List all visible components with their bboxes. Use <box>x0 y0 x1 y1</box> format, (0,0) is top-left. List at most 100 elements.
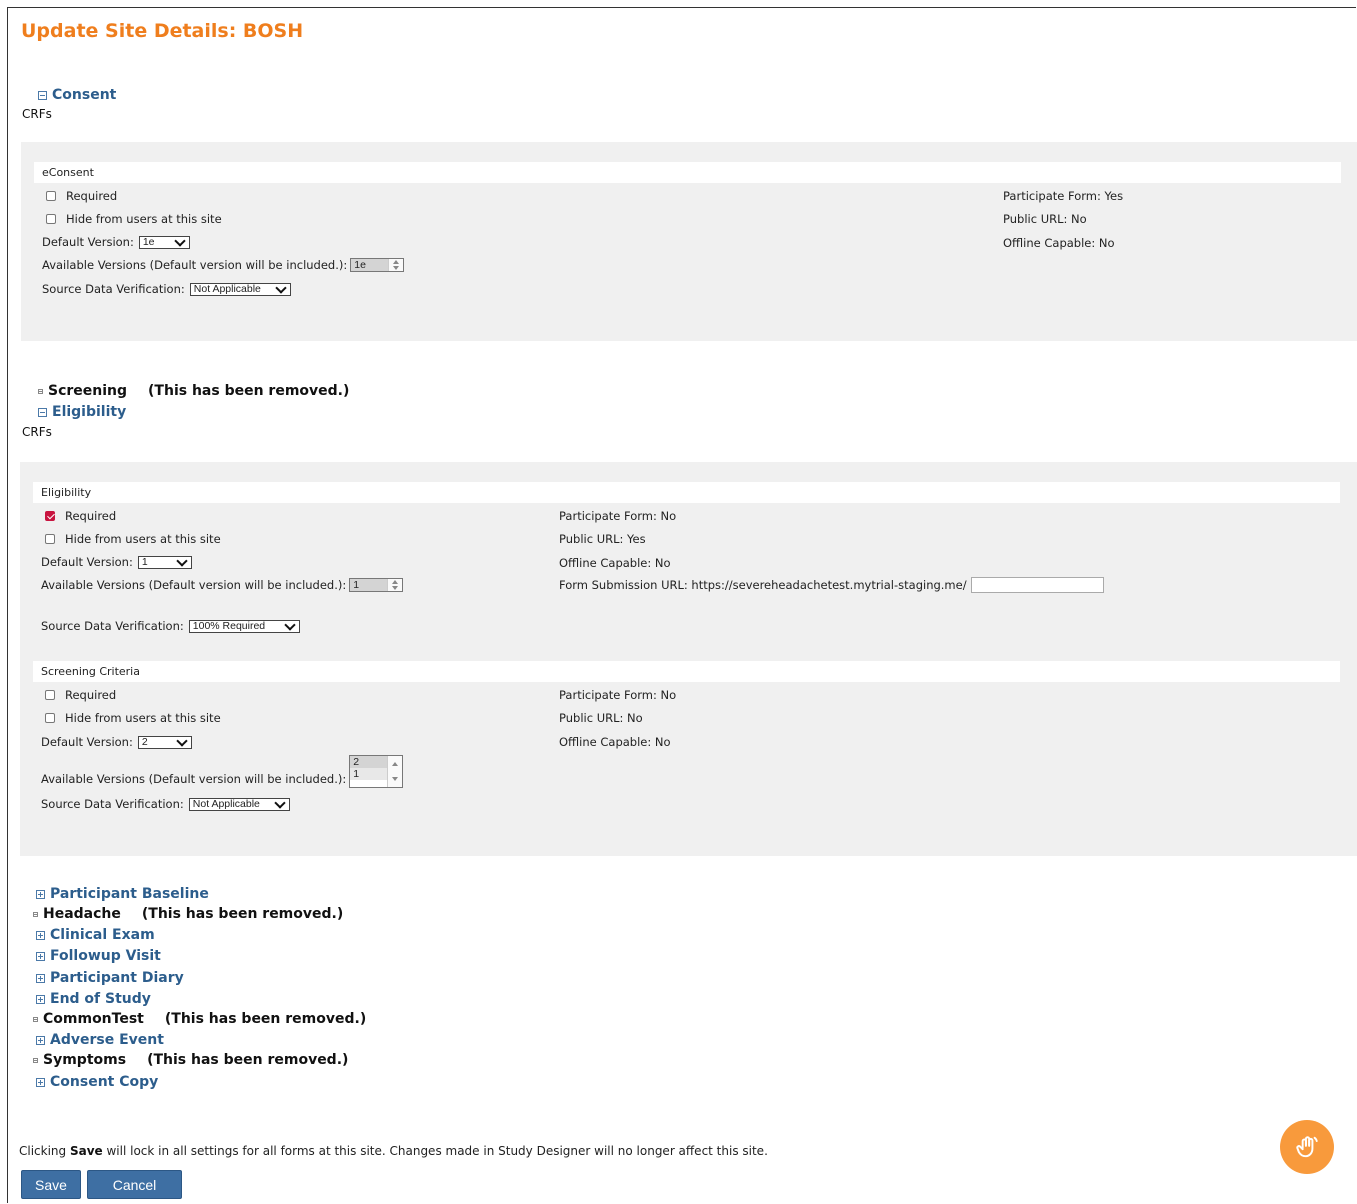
default-version-select[interactable]: 2 <box>137 734 192 749</box>
required-row: Required <box>38 688 116 702</box>
required-checkbox[interactable] <box>46 191 56 201</box>
section-commontest[interactable]: CommonTest (This has been removed.) <box>33 1011 366 1027</box>
section-label: Participant Baseline <box>50 886 209 902</box>
econsent-panel: eConsent Required Hide from users at thi… <box>21 142 1357 341</box>
public-url-info: Public URL: No <box>1003 212 1087 226</box>
section-label: Consent Copy <box>50 1074 159 1090</box>
note-prefix: Clicking <box>19 1144 70 1158</box>
sdv-value: Not Applicable <box>192 798 260 810</box>
available-versions-list[interactable]: 1 <box>349 578 404 592</box>
form-submission-url-input[interactable] <box>970 577 1104 593</box>
sdv-label: Source Data Verification: <box>42 282 185 296</box>
default-version-row: Default Version: 2 <box>41 734 192 749</box>
note-suffix: will lock in all settings for all forms … <box>102 1144 768 1158</box>
section-consent-copy[interactable]: Consent Copy <box>36 1074 158 1090</box>
section-clinical-exam[interactable]: Clinical Exam <box>36 927 155 943</box>
default-version-row: Default Version: 1e <box>42 234 190 249</box>
expand-icon <box>36 994 45 1004</box>
section-symptoms[interactable]: Symptoms (This has been removed.) <box>33 1052 348 1068</box>
form-submission-url-row: Form Submission URL: https://severeheada… <box>559 577 1104 593</box>
expand-icon <box>36 930 45 940</box>
section-label: Followup Visit <box>50 948 161 964</box>
section-participant-diary[interactable]: Participant Diary <box>36 970 184 986</box>
version-option[interactable]: 1e <box>351 259 389 271</box>
sdv-select[interactable]: Not Applicable <box>188 796 290 811</box>
removed-note: (This has been removed.) <box>164 1011 367 1027</box>
participate-form-info: Participate Form: No <box>559 509 677 523</box>
public-url-info: Public URL: No <box>559 711 643 725</box>
section-label: End of Study <box>50 991 151 1007</box>
version-option[interactable]: 2 <box>350 756 388 768</box>
arrow-down-icon <box>392 586 399 590</box>
footer-note: Clicking Save will lock in all settings … <box>19 1144 768 1158</box>
section-eligibility-label: Eligibility <box>52 404 127 420</box>
removed-note: (This has been removed.) <box>141 906 344 922</box>
section-eligibility[interactable]: Eligibility <box>38 404 126 420</box>
page-title: Update Site Details: BOSH <box>21 20 304 42</box>
chevron-down-icon <box>284 618 296 631</box>
available-versions-row: Available Versions (Default version will… <box>41 578 404 592</box>
default-version-label: Default Version: <box>41 735 133 749</box>
default-version-select[interactable]: 1 <box>137 554 192 569</box>
help-button[interactable] <box>1280 1120 1334 1174</box>
listbox-scroll[interactable] <box>387 756 403 787</box>
section-label: Symptoms <box>43 1052 127 1068</box>
default-version-value: 1e <box>142 236 155 248</box>
hide-checkbox[interactable] <box>46 214 56 224</box>
hide-row: Hide from users at this site <box>38 711 221 725</box>
default-version-label: Default Version: <box>42 235 134 249</box>
chevron-down-icon <box>174 234 186 247</box>
removed-note: (This has been removed.) <box>148 383 350 399</box>
form-title: Screening Criteria <box>33 661 1340 682</box>
default-version-label: Default Version: <box>41 555 133 569</box>
expand-icon <box>36 951 45 961</box>
arrow-down-icon <box>392 777 399 782</box>
eligibility-panel: Eligibility Required Hide from users at … <box>20 462 1357 856</box>
sdv-row: Source Data Verification: 100% Required <box>41 618 300 633</box>
version-option[interactable]: 1 <box>350 579 388 591</box>
hide-label: Hide from users at this site <box>65 532 221 546</box>
hide-row: Hide from users at this site <box>39 212 222 226</box>
note-bold: Save <box>69 1144 103 1158</box>
sdv-select[interactable]: Not Applicable <box>189 281 291 296</box>
default-version-value: 1 <box>141 556 148 568</box>
expand-icon <box>36 1077 45 1087</box>
arrow-up-icon <box>393 260 400 264</box>
listbox-scroll[interactable] <box>387 579 403 591</box>
waving-hand-icon <box>1296 1136 1318 1158</box>
section-adverse-event[interactable]: Adverse Event <box>36 1032 164 1048</box>
listbox-scroll[interactable] <box>388 259 404 271</box>
available-versions-list[interactable]: 1e <box>350 258 405 272</box>
sdv-value: Not Applicable <box>193 283 261 295</box>
form-submission-url-label: Form Submission URL: https://severeheada… <box>559 578 967 592</box>
required-row: Required <box>38 509 116 523</box>
arrow-up-icon <box>392 761 399 766</box>
crfs-label: CRFs <box>22 107 52 121</box>
hide-checkbox[interactable] <box>45 534 55 544</box>
required-row: Required <box>39 189 117 203</box>
hide-checkbox[interactable] <box>45 713 55 723</box>
collapse-icon <box>33 911 38 917</box>
default-version-select[interactable]: 1e <box>138 234 190 249</box>
section-participant-baseline[interactable]: Participant Baseline <box>36 886 209 902</box>
expand-icon <box>36 889 45 899</box>
available-versions-label: Available Versions (Default version will… <box>42 258 348 272</box>
form-title: Eligibility <box>33 482 1340 503</box>
required-checkbox[interactable] <box>45 690 55 700</box>
collapse-icon <box>38 407 47 417</box>
section-headache[interactable]: Headache (This has been removed.) <box>33 906 343 922</box>
section-consent[interactable]: Consent <box>38 87 116 103</box>
section-screening[interactable]: Screening (This has been removed.) <box>38 383 349 399</box>
version-option[interactable]: 1 <box>350 768 388 780</box>
section-end-of-study[interactable]: End of Study <box>36 991 151 1007</box>
section-followup-visit[interactable]: Followup Visit <box>36 948 161 964</box>
section-screening-label: Screening <box>48 383 128 399</box>
save-button[interactable]: Save <box>21 1170 81 1199</box>
cancel-button[interactable]: Cancel <box>87 1170 182 1199</box>
required-checkbox[interactable] <box>45 511 55 521</box>
sdv-label: Source Data Verification: <box>41 619 184 633</box>
sdv-select[interactable]: 100% Required <box>188 618 300 633</box>
required-label: Required <box>66 189 118 203</box>
offline-capable-info: Offline Capable: No <box>559 556 671 570</box>
available-versions-list[interactable]: 2 1 <box>349 755 404 788</box>
